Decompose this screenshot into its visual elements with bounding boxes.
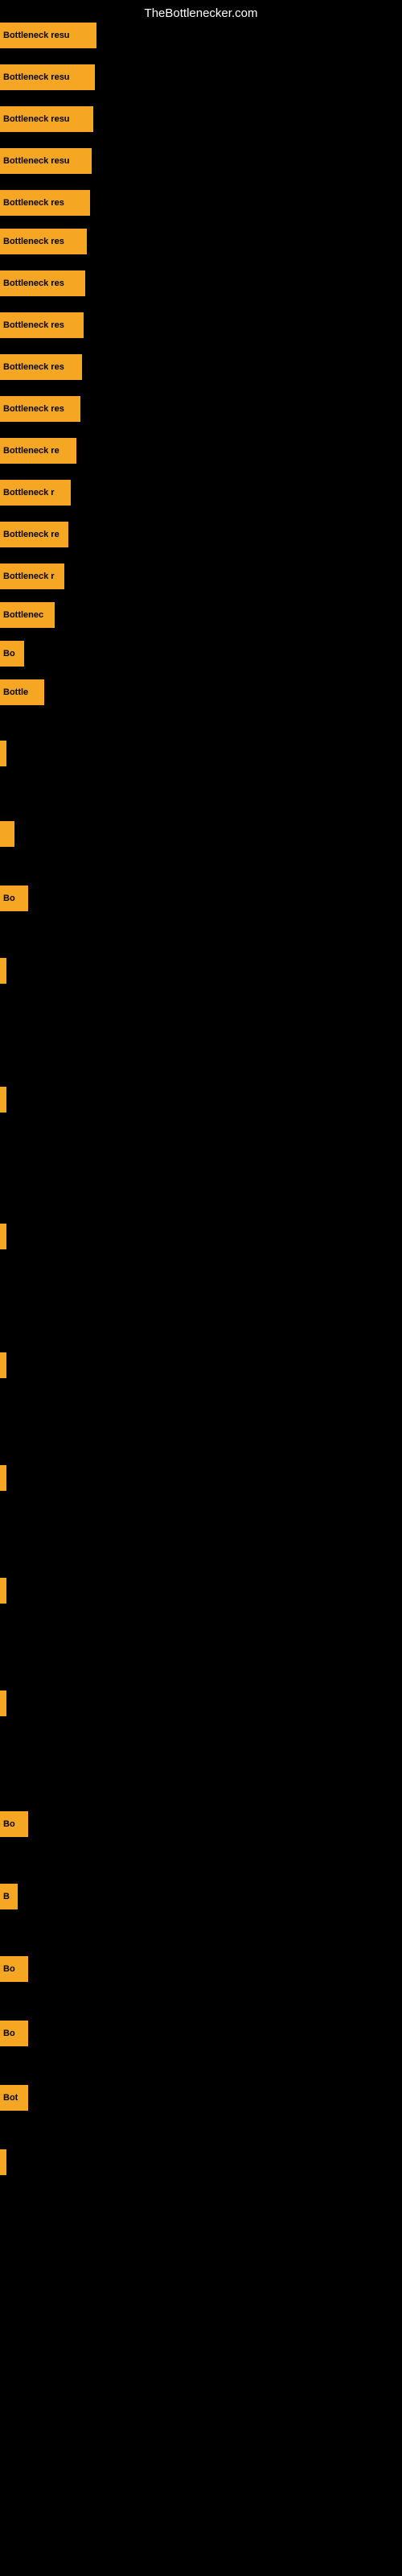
bottleneck-bar-label-4: Bottleneck res [3, 198, 64, 208]
bottleneck-bar-17 [0, 741, 6, 766]
bottleneck-bar-22 [0, 1224, 6, 1249]
site-title: TheBottlenecker.com [145, 6, 258, 20]
bottleneck-bar-14: Bottlenec [0, 602, 55, 628]
bottleneck-bar-7: Bottleneck res [0, 312, 84, 338]
bottleneck-bar-27: Bo [0, 1811, 28, 1837]
bottleneck-bar-28: B [0, 1884, 18, 1909]
bottleneck-bar-label-28: B [3, 1892, 10, 1901]
bottleneck-bar-label-14: Bottlenec [3, 610, 43, 620]
bottleneck-bar-label-11: Bottleneck r [3, 488, 55, 497]
bottleneck-bar-1: Bottleneck resu [0, 64, 95, 90]
bottleneck-bar-label-10: Bottleneck re [3, 446, 59, 456]
bottleneck-bar-15: Bo [0, 641, 24, 667]
bottleneck-bar-20 [0, 958, 6, 984]
bottleneck-bar-label-8: Bottleneck res [3, 362, 64, 372]
bottleneck-bar-4: Bottleneck res [0, 190, 90, 216]
bottleneck-bar-19: Bo [0, 886, 28, 911]
bottleneck-bar-13: Bottleneck r [0, 564, 64, 589]
bottleneck-bar-label-19: Bo [3, 894, 15, 903]
bottleneck-bar-5: Bottleneck res [0, 229, 87, 254]
bottleneck-bar-2: Bottleneck resu [0, 106, 93, 132]
bottleneck-bar-label-12: Bottleneck re [3, 530, 59, 539]
bottleneck-bar-30: Bo [0, 2021, 28, 2046]
bottleneck-bar-label-9: Bottleneck res [3, 404, 64, 414]
bottleneck-bar-10: Bottleneck re [0, 438, 76, 464]
bottleneck-bar-label-0: Bottleneck resu [3, 31, 70, 40]
bottleneck-bar-32 [0, 2149, 6, 2175]
bottleneck-bar-label-6: Bottleneck res [3, 279, 64, 288]
bottleneck-bar-label-31: Bot [3, 2093, 18, 2103]
bottleneck-bar-9: Bottleneck res [0, 396, 80, 422]
bottleneck-bar-26 [0, 1690, 6, 1716]
bottleneck-bar-29: Bo [0, 1956, 28, 1982]
bottleneck-bar-25 [0, 1578, 6, 1604]
bottleneck-bar-label-2: Bottleneck resu [3, 114, 70, 124]
bottleneck-bar-3: Bottleneck resu [0, 148, 92, 174]
bottleneck-bar-21 [0, 1087, 6, 1113]
bottleneck-bar-18 [0, 821, 14, 847]
bottleneck-bar-label-13: Bottleneck r [3, 572, 55, 581]
bottleneck-bar-label-15: Bo [3, 649, 15, 658]
bottleneck-bar-label-5: Bottleneck res [3, 237, 64, 246]
bottleneck-bar-label-29: Bo [3, 1964, 15, 1974]
bottleneck-bar-label-16: Bottle [3, 687, 28, 697]
bottleneck-bar-16: Bottle [0, 679, 44, 705]
bottleneck-bar-0: Bottleneck resu [0, 23, 96, 48]
bottleneck-bar-label-27: Bo [3, 1819, 15, 1829]
bottleneck-bar-label-1: Bottleneck resu [3, 72, 70, 82]
bottleneck-bar-label-3: Bottleneck resu [3, 156, 70, 166]
bottleneck-bar-label-30: Bo [3, 2029, 15, 2038]
bottleneck-bar-11: Bottleneck r [0, 480, 71, 506]
bottleneck-bar-6: Bottleneck res [0, 270, 85, 296]
bottleneck-bar-8: Bottleneck res [0, 354, 82, 380]
bottleneck-bar-24 [0, 1465, 6, 1491]
bottleneck-bar-23 [0, 1352, 6, 1378]
bottleneck-bar-31: Bot [0, 2085, 28, 2111]
bottleneck-bar-label-7: Bottleneck res [3, 320, 64, 330]
bottleneck-bar-12: Bottleneck re [0, 522, 68, 547]
